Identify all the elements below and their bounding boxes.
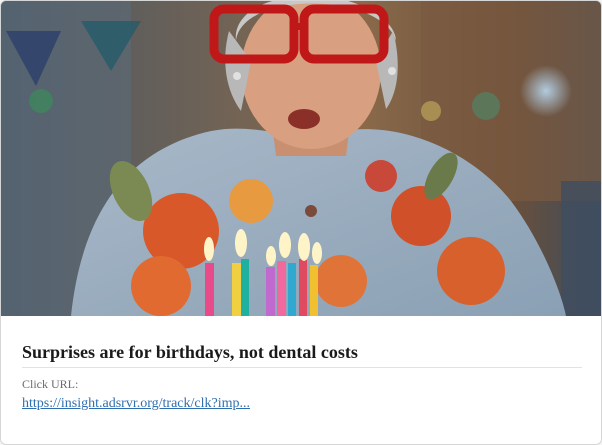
click-url-link[interactable]: https://insight.adsrvr.org/track/clk?imp…	[22, 395, 250, 413]
ad-body: Surprises are for birthdays, not dental …	[22, 316, 582, 413]
hero-illustration	[1, 1, 601, 316]
ad-headline[interactable]: Surprises are for birthdays, not dental …	[22, 316, 582, 368]
ad-card: Surprises are for birthdays, not dental …	[0, 0, 602, 445]
ad-hero-image[interactable]	[1, 1, 601, 316]
click-url-label: Click URL:	[22, 377, 79, 391]
